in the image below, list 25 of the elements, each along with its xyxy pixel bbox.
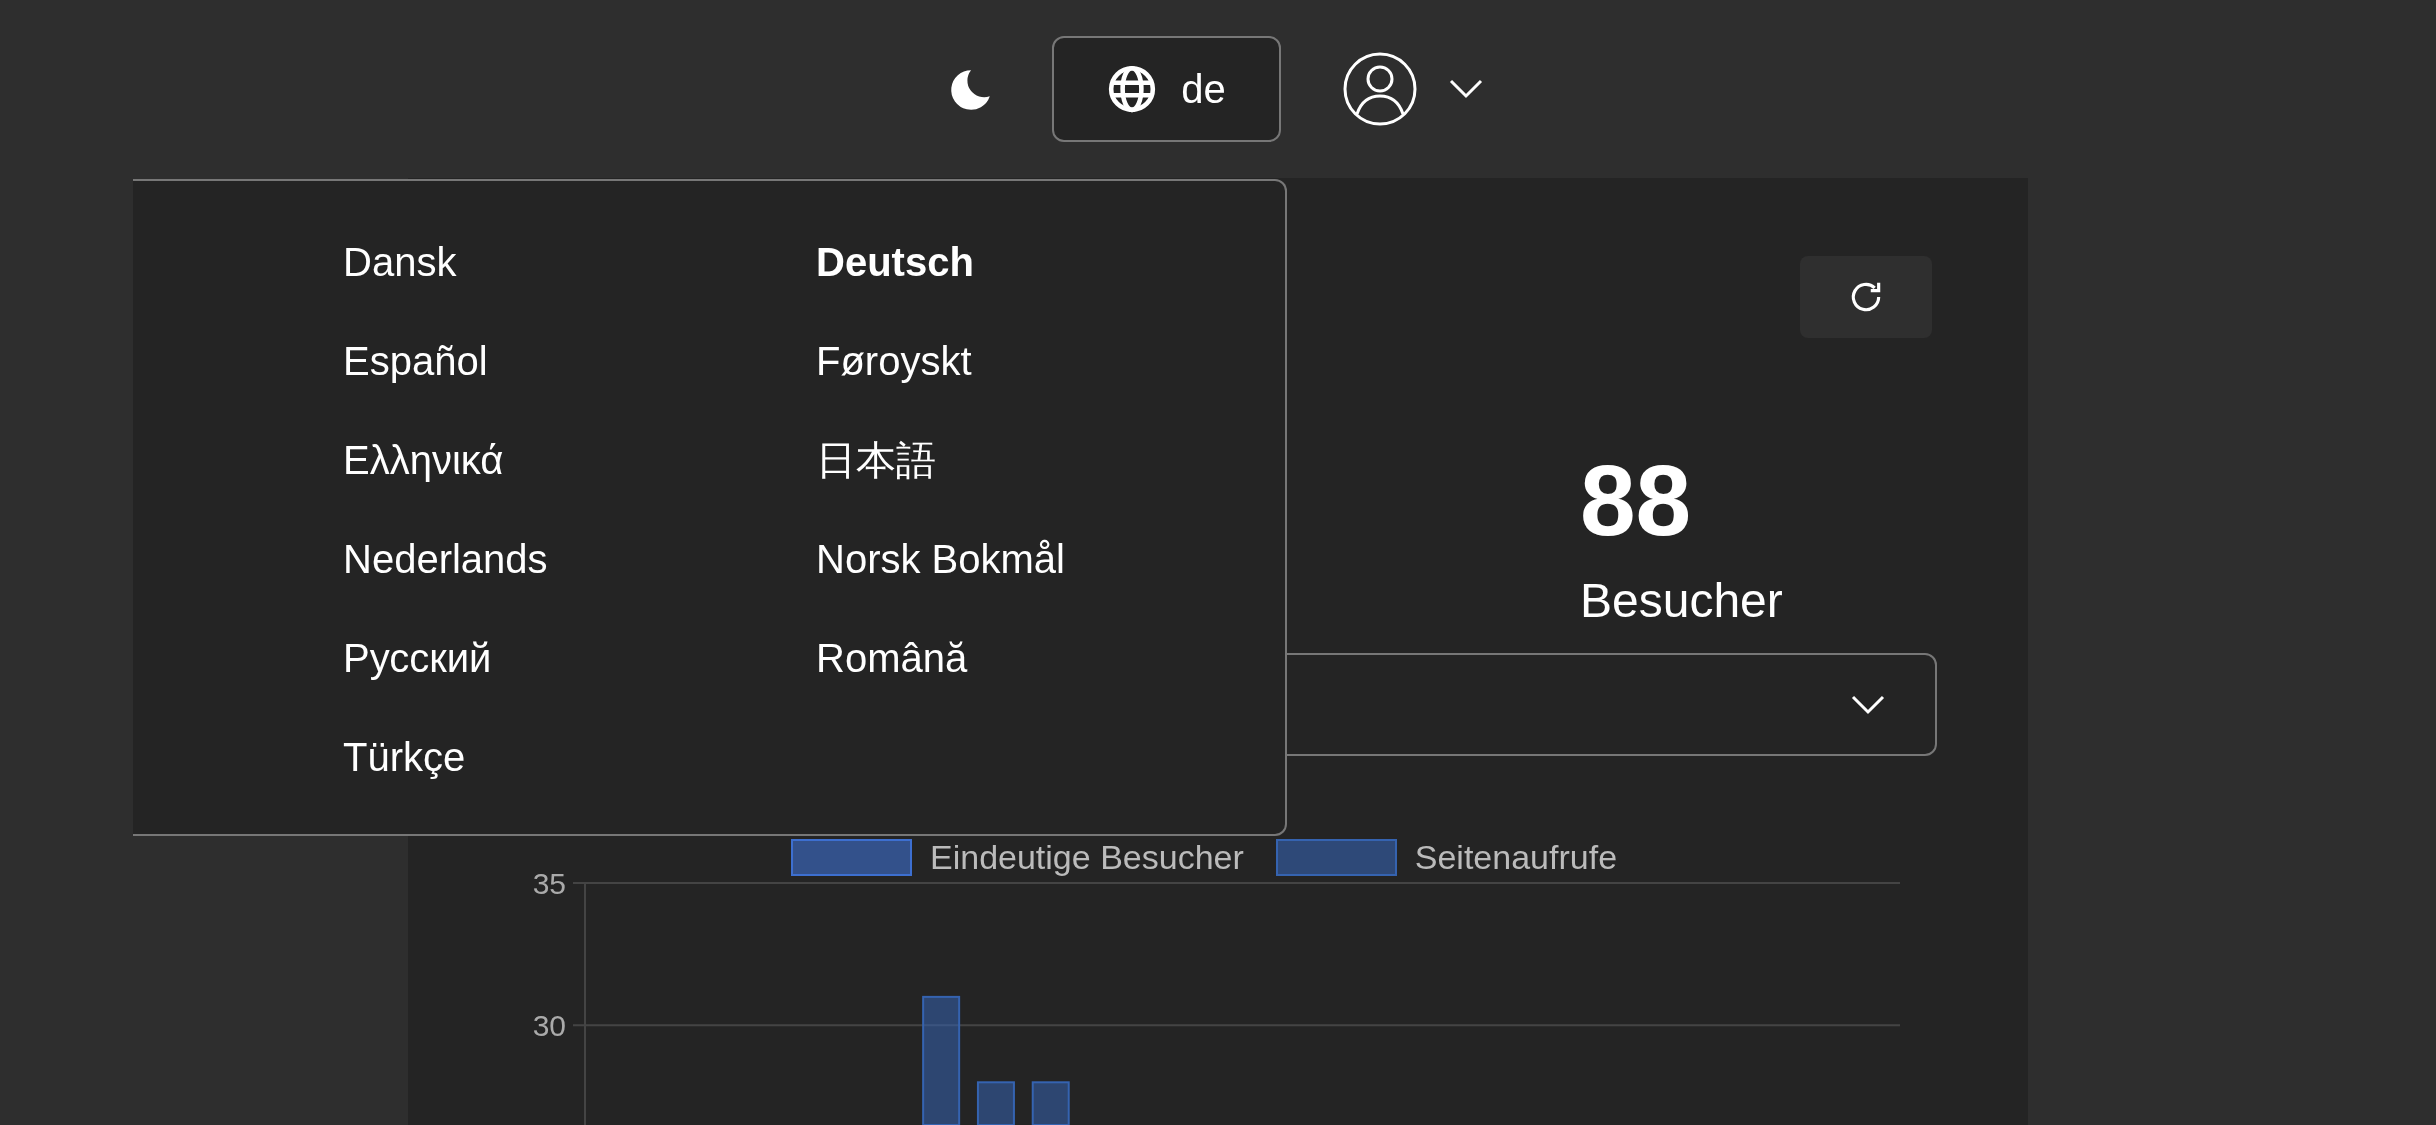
language-option[interactable]: Español <box>343 339 488 383</box>
language-option[interactable]: Türkçe <box>343 735 466 779</box>
language-option[interactable]: Русский <box>343 636 492 680</box>
legend-label: Eindeutige Besucher <box>930 837 1244 878</box>
bar <box>1031 1081 1070 1125</box>
language-option[interactable]: Nederlands <box>343 537 548 581</box>
tick-label: 30 <box>532 1009 566 1043</box>
refresh-button[interactable] <box>1800 256 1932 338</box>
chevron-down-icon <box>1851 694 1885 715</box>
chevron-down-icon[interactable] <box>1449 79 1483 99</box>
language-option[interactable]: Dansk <box>343 240 457 284</box>
language-option[interactable]: 日本語 <box>816 438 936 482</box>
language-option[interactable]: Føroyskt <box>816 339 972 383</box>
language-option[interactable]: Română <box>816 636 968 680</box>
language-option[interactable]: Norsk Bokmål <box>816 537 1065 581</box>
tick-label: 35 <box>532 867 566 900</box>
globe-icon <box>1107 64 1158 114</box>
legend-label: Seitenaufrufe <box>1414 837 1618 878</box>
stat-value: 88 <box>1580 450 1692 550</box>
user-avatar-icon[interactable] <box>1342 51 1418 127</box>
stat-label: Besucher <box>1580 577 1783 625</box>
language-option[interactable]: Deutsch <box>816 240 974 284</box>
language-button[interactable]: de <box>1052 36 1281 142</box>
language-option[interactable]: Ελληνικά <box>343 438 504 482</box>
bar <box>976 1081 1015 1125</box>
